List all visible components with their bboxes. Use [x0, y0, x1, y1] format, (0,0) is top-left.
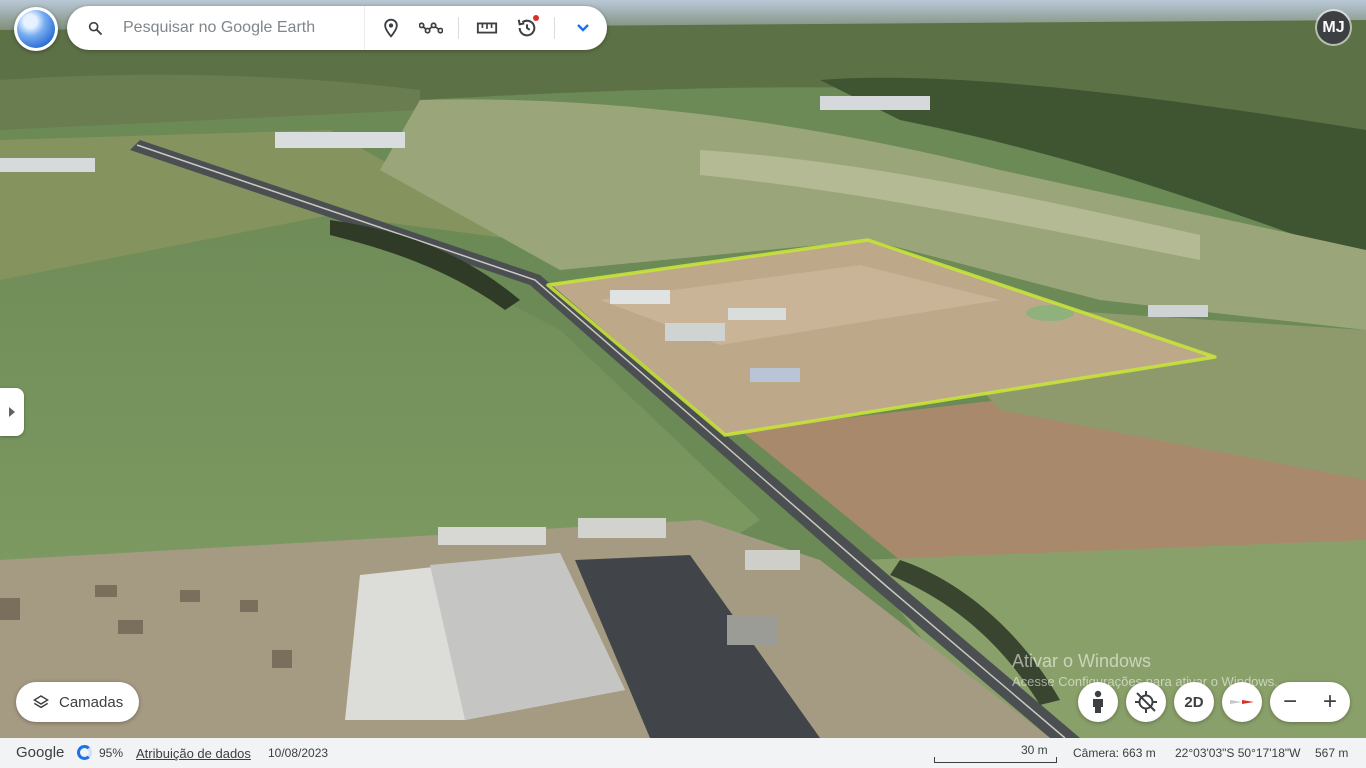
notification-dot	[533, 15, 539, 21]
camera-altitude: Câmera: 663 m	[1073, 746, 1156, 760]
compass-button[interactable]	[1222, 682, 1262, 722]
pegman-icon	[1093, 690, 1103, 713]
path-icon	[419, 22, 443, 34]
layers-icon	[33, 695, 49, 709]
zoom-control: − +	[1270, 682, 1350, 722]
layers-button[interactable]: Camadas	[16, 682, 139, 722]
search-input[interactable]	[123, 10, 353, 46]
toolbar-separator	[458, 17, 459, 39]
compass-icon	[1230, 700, 1254, 704]
add-placemark-button[interactable]	[375, 12, 407, 44]
status-bar: Google 95% Atribuição de dados 10/08/202…	[0, 738, 1366, 768]
zoom-out-button[interactable]: −	[1270, 682, 1310, 722]
google-earth-logo-button[interactable]	[14, 7, 58, 51]
scale-label: 30 m	[1021, 743, 1048, 757]
coordinates: 22°03'03"S 50°17'18"W	[1175, 746, 1301, 760]
watermark-title: Ativar o Windows	[1012, 651, 1152, 671]
street-view-button[interactable]	[1078, 682, 1118, 722]
data-attribution-link[interactable]: Atribuição de dados	[136, 746, 251, 761]
elevation: 567 m	[1315, 746, 1349, 760]
historical-imagery-button[interactable]	[511, 12, 543, 44]
loading-ring-icon	[77, 745, 92, 760]
toolbar-separator	[554, 17, 555, 39]
location-off-icon	[1135, 691, 1157, 713]
top-toolbar	[67, 6, 607, 50]
zoom-in-button[interactable]: +	[1310, 682, 1350, 722]
layers-label: Camadas	[59, 693, 124, 711]
measure-button[interactable]	[471, 12, 503, 44]
search-box	[71, 10, 362, 46]
chevron-right-icon	[9, 407, 15, 417]
ruler-icon	[476, 22, 498, 34]
google-logo: Google	[16, 744, 65, 761]
place-pin-icon	[384, 18, 398, 38]
my-location-button[interactable]	[1126, 682, 1166, 722]
expand-side-panel-button[interactable]	[0, 388, 24, 436]
user-avatar[interactable]: MJ	[1317, 11, 1350, 44]
search-divider	[364, 6, 365, 50]
draw-path-button[interactable]	[415, 12, 447, 44]
loading-percent: 95%	[99, 746, 124, 760]
chevron-down-icon	[577, 24, 589, 32]
more-tools-button[interactable]	[567, 12, 599, 44]
toggle-2d-button[interactable]: 2D	[1174, 682, 1214, 722]
imagery-date: 10/08/2023	[268, 746, 329, 760]
earth-globe-icon	[17, 10, 55, 48]
scale-bar	[934, 757, 1057, 763]
search-icon[interactable]	[87, 20, 103, 36]
